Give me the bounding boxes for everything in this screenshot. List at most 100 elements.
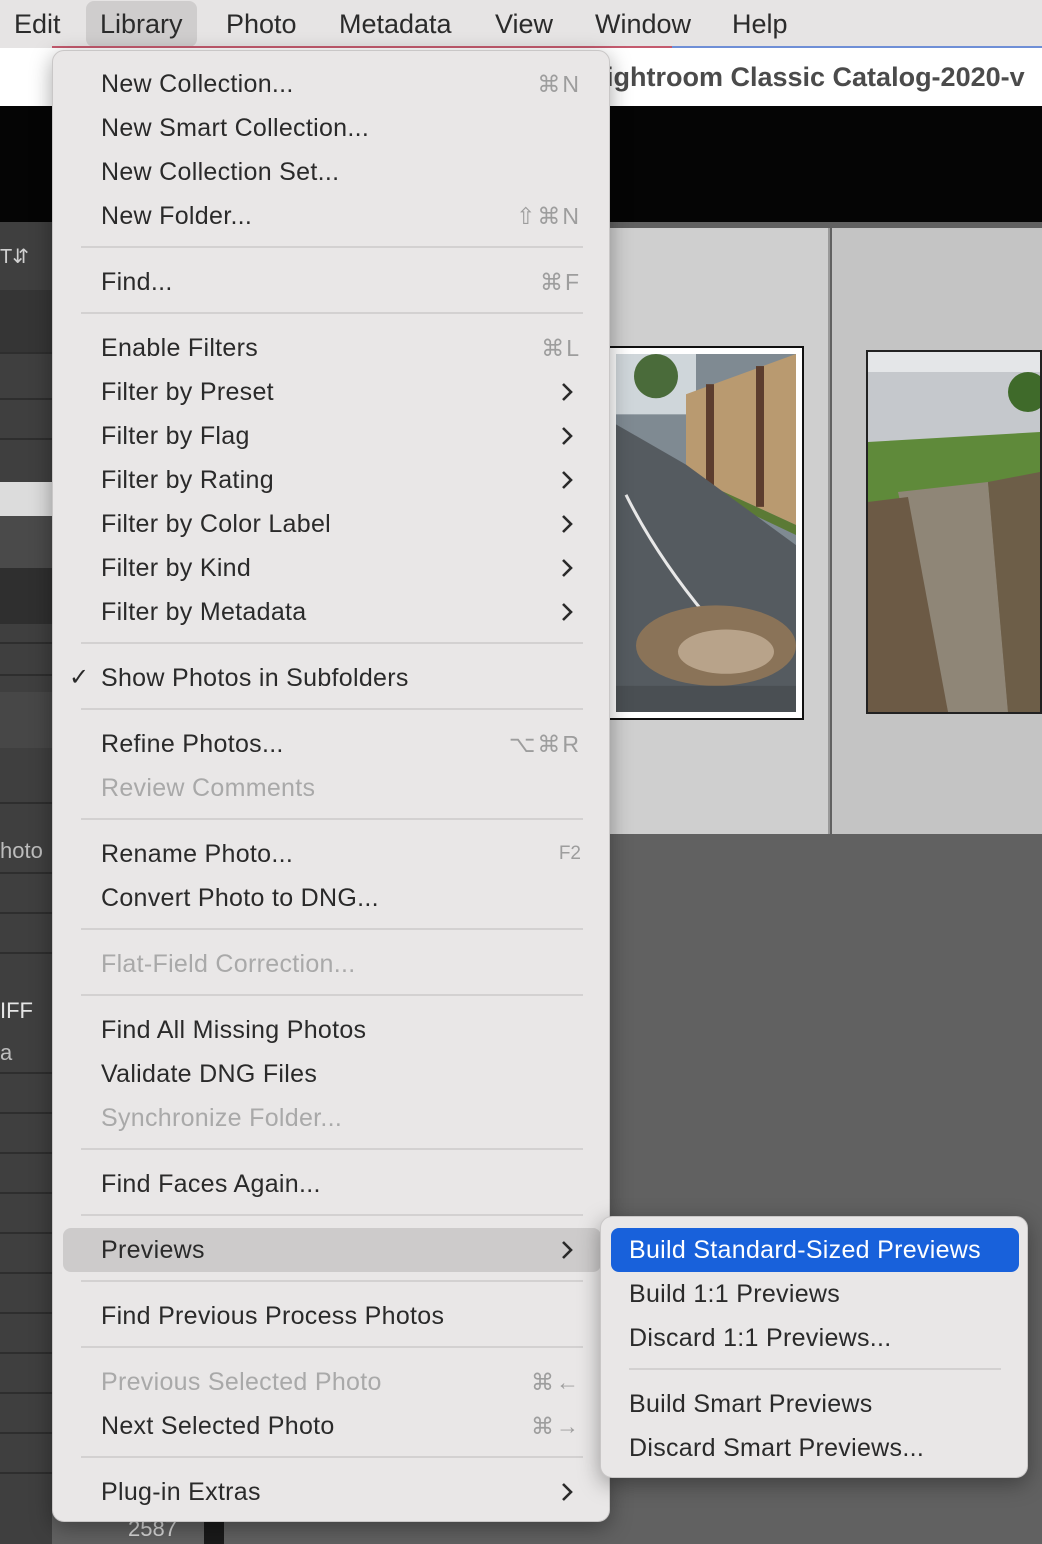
menubar-edit[interactable]: Edit <box>0 0 75 48</box>
menubar-metadata[interactable]: Metadata <box>325 0 466 48</box>
menu-item-label: Filter by Color Label <box>101 510 332 538</box>
panel-divider <box>0 912 52 914</box>
menu-separator <box>81 642 583 644</box>
panel-divider <box>0 352 52 354</box>
menu-item-new-collection[interactable]: New Collection... ⌘N <box>63 62 601 106</box>
road-photo-image <box>616 354 796 712</box>
menu-item-synchronize-folder: Synchronize Folder... <box>63 1096 601 1140</box>
menu-item-new-collection-set[interactable]: New Collection Set... <box>63 150 601 194</box>
menu-item-convert-photo-to-dng[interactable]: Convert Photo to DNG... <box>63 876 601 920</box>
menu-item-filter-by-flag[interactable]: Filter by Flag <box>63 414 601 458</box>
panel-row[interactable] <box>0 692 52 748</box>
menu-item-flat-field-correction: Flat-Field Correction... <box>63 942 601 986</box>
panel-divider <box>0 642 52 644</box>
menu-item-label: Filter by Kind <box>101 554 252 582</box>
menu-separator <box>81 246 583 248</box>
submenu-item-build-smart-previews[interactable]: Build Smart Previews <box>611 1382 1019 1426</box>
chevron-right-icon <box>562 1241 573 1259</box>
menu-item-label: Convert Photo to DNG... <box>101 884 379 912</box>
menu-item-refine-photos[interactable]: Refine Photos... ⌥⌘R <box>63 722 601 766</box>
menu-item-filter-by-kind[interactable]: Filter by Kind <box>63 546 601 590</box>
chevron-right-icon <box>562 603 573 621</box>
photo-thumbnail-path[interactable] <box>866 350 1042 714</box>
menu-shortcut: ⌥⌘R <box>508 731 581 757</box>
submenu-item-discard-1-1-previews[interactable]: Discard 1:1 Previews... <box>611 1316 1019 1360</box>
menu-item-label: Plug-in Extras <box>101 1478 261 1506</box>
chevron-right-icon <box>562 1483 573 1501</box>
filmstrip-edge <box>204 1520 224 1544</box>
menu-shortcut: ⌘L <box>541 335 581 361</box>
menubar-library[interactable]: Library <box>86 1 197 47</box>
panel-divider <box>0 1432 52 1434</box>
menu-item-find-previous-process-photos[interactable]: Find Previous Process Photos <box>63 1294 601 1338</box>
panel-selected-row[interactable] <box>0 482 52 516</box>
menu-item-previews[interactable]: Previews <box>63 1228 601 1272</box>
menu-item-label: Next Selected Photo <box>101 1412 335 1440</box>
menu-separator <box>81 994 583 996</box>
previews-submenu: Build Standard-Sized Previews Build 1:1 … <box>600 1216 1028 1478</box>
menu-item-label: Find Previous Process Photos <box>101 1302 445 1330</box>
sort-arrows-icon[interactable]: T⇵ <box>0 244 29 269</box>
panel-divider <box>0 1272 52 1274</box>
menu-item-plug-in-extras[interactable]: Plug-in Extras <box>63 1470 601 1514</box>
panel-divider <box>0 1352 52 1354</box>
panel-row-dark[interactable] <box>0 568 52 624</box>
menu-shortcut: ⇧⌘N <box>516 203 581 229</box>
menu-item-label: Rename Photo... <box>101 840 294 868</box>
menubar-view[interactable]: View <box>481 0 567 48</box>
menu-item-next-selected-photo[interactable]: Next Selected Photo ⌘→ <box>63 1404 601 1448</box>
submenu-item-discard-smart-previews[interactable]: Discard Smart Previews... <box>611 1426 1019 1470</box>
menu-item-label: Find... <box>101 268 173 296</box>
menu-item-find-all-missing-photos[interactable]: Find All Missing Photos <box>63 1008 601 1052</box>
menubar-photo[interactable]: Photo <box>212 0 311 48</box>
submenu-item-build-standard-sized-previews[interactable]: Build Standard-Sized Previews <box>611 1228 1019 1272</box>
menu-item-label: New Collection Set... <box>101 158 340 186</box>
menu-item-new-folder[interactable]: New Folder... ⇧⌘N <box>63 194 601 238</box>
menu-item-show-photos-in-subfolders[interactable]: ✓ Show Photos in Subfolders <box>63 656 601 700</box>
menu-separator <box>81 1280 583 1282</box>
submenu-separator <box>629 1368 1001 1370</box>
menu-item-label: Validate DNG Files <box>101 1060 318 1088</box>
menu-shortcut: ⌘F <box>539 269 581 295</box>
panel-text-tiff: IFF <box>0 998 33 1023</box>
panel-divider <box>0 1472 52 1474</box>
menu-item-filter-by-metadata[interactable]: Filter by Metadata <box>63 590 601 634</box>
submenu-item-build-1-1-previews[interactable]: Build 1:1 Previews <box>611 1272 1019 1316</box>
menu-item-label: Show Photos in Subfolders <box>101 664 409 692</box>
menu-item-find[interactable]: Find... ⌘F <box>63 260 601 304</box>
menu-separator <box>81 1214 583 1216</box>
menu-separator <box>81 312 583 314</box>
path-photo-image <box>868 352 1040 712</box>
menu-item-validate-dng-files[interactable]: Validate DNG Files <box>63 1052 601 1096</box>
panel-divider <box>0 952 52 954</box>
panel-divider <box>0 872 52 874</box>
menu-item-filter-by-preset[interactable]: Filter by Preset <box>63 370 601 414</box>
panel-divider <box>0 674 52 676</box>
menu-item-enable-filters[interactable]: Enable Filters ⌘L <box>63 326 601 370</box>
submenu-item-label: Build 1:1 Previews <box>629 1280 841 1308</box>
menu-item-new-smart-collection[interactable]: New Smart Collection... <box>63 106 601 150</box>
menu-item-filter-by-color-label[interactable]: Filter by Color Label <box>63 502 601 546</box>
menu-item-label: New Collection... <box>101 70 294 98</box>
panel-row[interactable] <box>0 516 52 568</box>
panel-text-photo: hoto <box>0 838 43 863</box>
menu-item-label: Previews <box>101 1236 205 1264</box>
menu-item-filter-by-rating[interactable]: Filter by Rating <box>63 458 601 502</box>
photo-thumbnail-road[interactable] <box>608 346 804 720</box>
panel-divider <box>0 1072 52 1074</box>
menu-item-label: Find Faces Again... <box>101 1170 321 1198</box>
checkmark-icon: ✓ <box>69 664 90 691</box>
menu-item-find-faces-again[interactable]: Find Faces Again... <box>63 1162 601 1206</box>
panel-divider <box>0 438 52 440</box>
menu-item-label: Filter by Preset <box>101 378 274 406</box>
panel-text-a: a <box>0 1040 13 1065</box>
menubar-help[interactable]: Help <box>718 0 802 48</box>
menubar-window[interactable]: Window <box>581 0 705 48</box>
submenu-item-label: Discard Smart Previews... <box>629 1434 925 1462</box>
chevron-right-icon <box>562 559 573 577</box>
menubar: Edit Library Photo Metadata View Window … <box>0 0 1042 48</box>
menu-item-rename-photo[interactable]: Rename Photo... F2 <box>63 832 601 876</box>
menu-item-label: Refine Photos... <box>101 730 284 758</box>
menu-separator <box>81 708 583 710</box>
submenu-item-label: Discard 1:1 Previews... <box>629 1324 892 1352</box>
